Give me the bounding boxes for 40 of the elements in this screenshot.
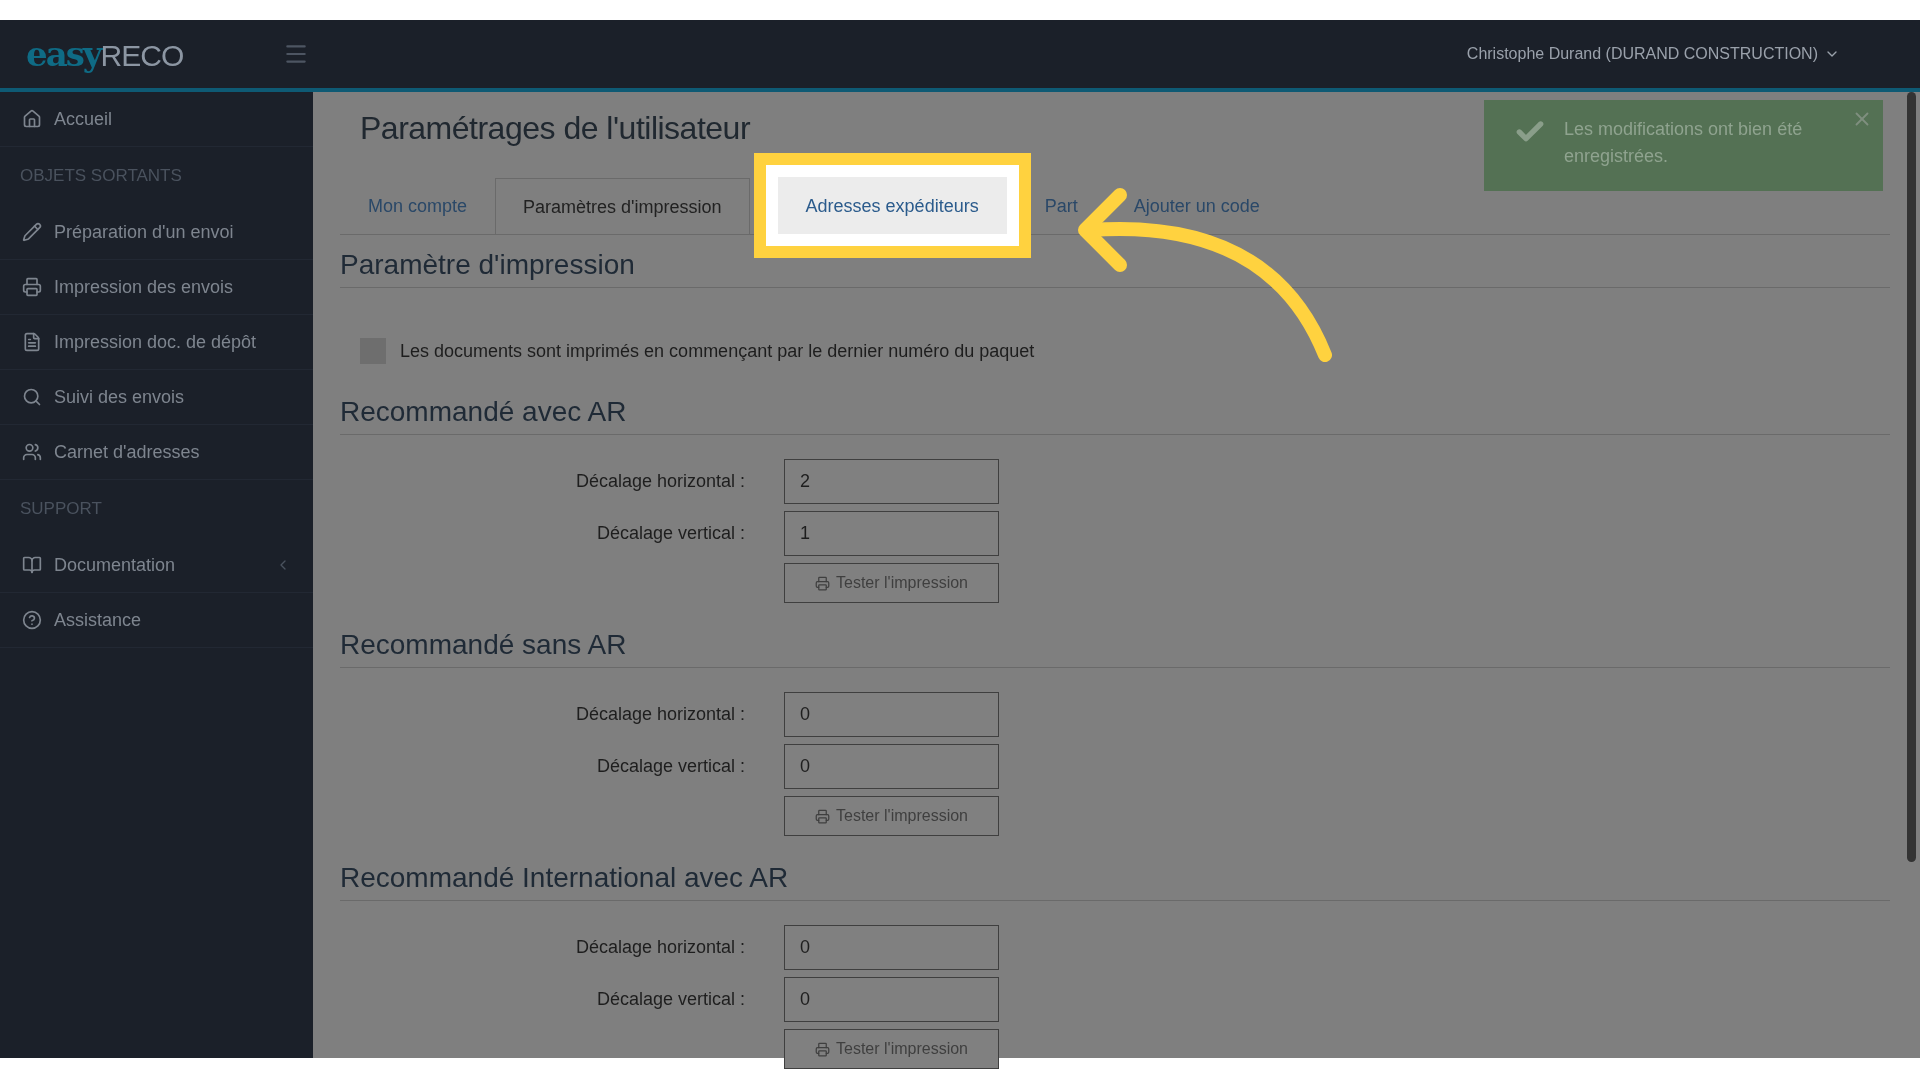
tab[interactable]: Mon compte <box>340 177 496 234</box>
input-field[interactable]: 1 <box>784 511 999 556</box>
field-label: Décalage horizontal : <box>574 704 745 725</box>
search-icon <box>22 387 42 407</box>
printer-icon <box>22 277 42 297</box>
toast-message: Les modifications ont bien été enregistrées. <box>1564 118 1804 168</box>
field-label: Décalage horizontal : <box>574 937 745 958</box>
tab[interactable]: Part <box>1016 177 1106 234</box>
input-field[interactable]: 0 <box>784 692 999 737</box>
section-heading: Paramètre d'impression <box>340 235 1890 288</box>
field-label: Décalage horizontal : <box>574 471 745 492</box>
section-heading: Recommandé sans AR <box>340 615 1890 668</box>
test-print-button[interactable]: Tester l'impression <box>784 1029 999 1069</box>
checkbox-label: Les documents sont imprimés en commençant par le dernier numéro du paquet <box>400 340 1035 362</box>
user-menu[interactable]: Christophe Durand (DURAND CONSTRUCTION) <box>1466 45 1840 63</box>
section-heading: Recommandé avec AR <box>340 382 1890 435</box>
input-field[interactable]: 0 <box>784 925 999 970</box>
scrollbar[interactable] <box>1907 92 1916 862</box>
tab[interactable]: Ajouter un code <box>1105 177 1288 234</box>
test-print-button[interactable]: Tester l'impression <box>784 796 999 836</box>
page-title: Paramétrages de l'utilisateur <box>359 109 751 147</box>
field-label: Décalage vertical : <box>595 989 745 1010</box>
document-icon <box>22 332 42 352</box>
book-icon <box>22 555 42 575</box>
test-print-button[interactable]: Tester l'impression <box>784 563 999 603</box>
users-icon <box>22 442 42 462</box>
help-icon <box>22 610 42 630</box>
home-icon <box>22 109 42 129</box>
printer-icon <box>815 1041 830 1057</box>
input-field[interactable]: 2 <box>784 459 999 504</box>
pencil-icon <box>22 222 42 242</box>
printer-icon <box>815 575 830 591</box>
field-label: Décalage vertical : <box>595 756 745 777</box>
input-field[interactable]: 0 <box>784 744 999 789</box>
field-label: Décalage vertical : <box>595 523 745 544</box>
section-heading: Recommandé International avec AR <box>340 848 1890 901</box>
printer-icon <box>815 808 830 824</box>
app-logo: easyRECO <box>26 37 184 71</box>
tab[interactable]: Paramètres d'impression <box>495 178 750 235</box>
input-field[interactable]: 0 <box>784 977 999 1022</box>
